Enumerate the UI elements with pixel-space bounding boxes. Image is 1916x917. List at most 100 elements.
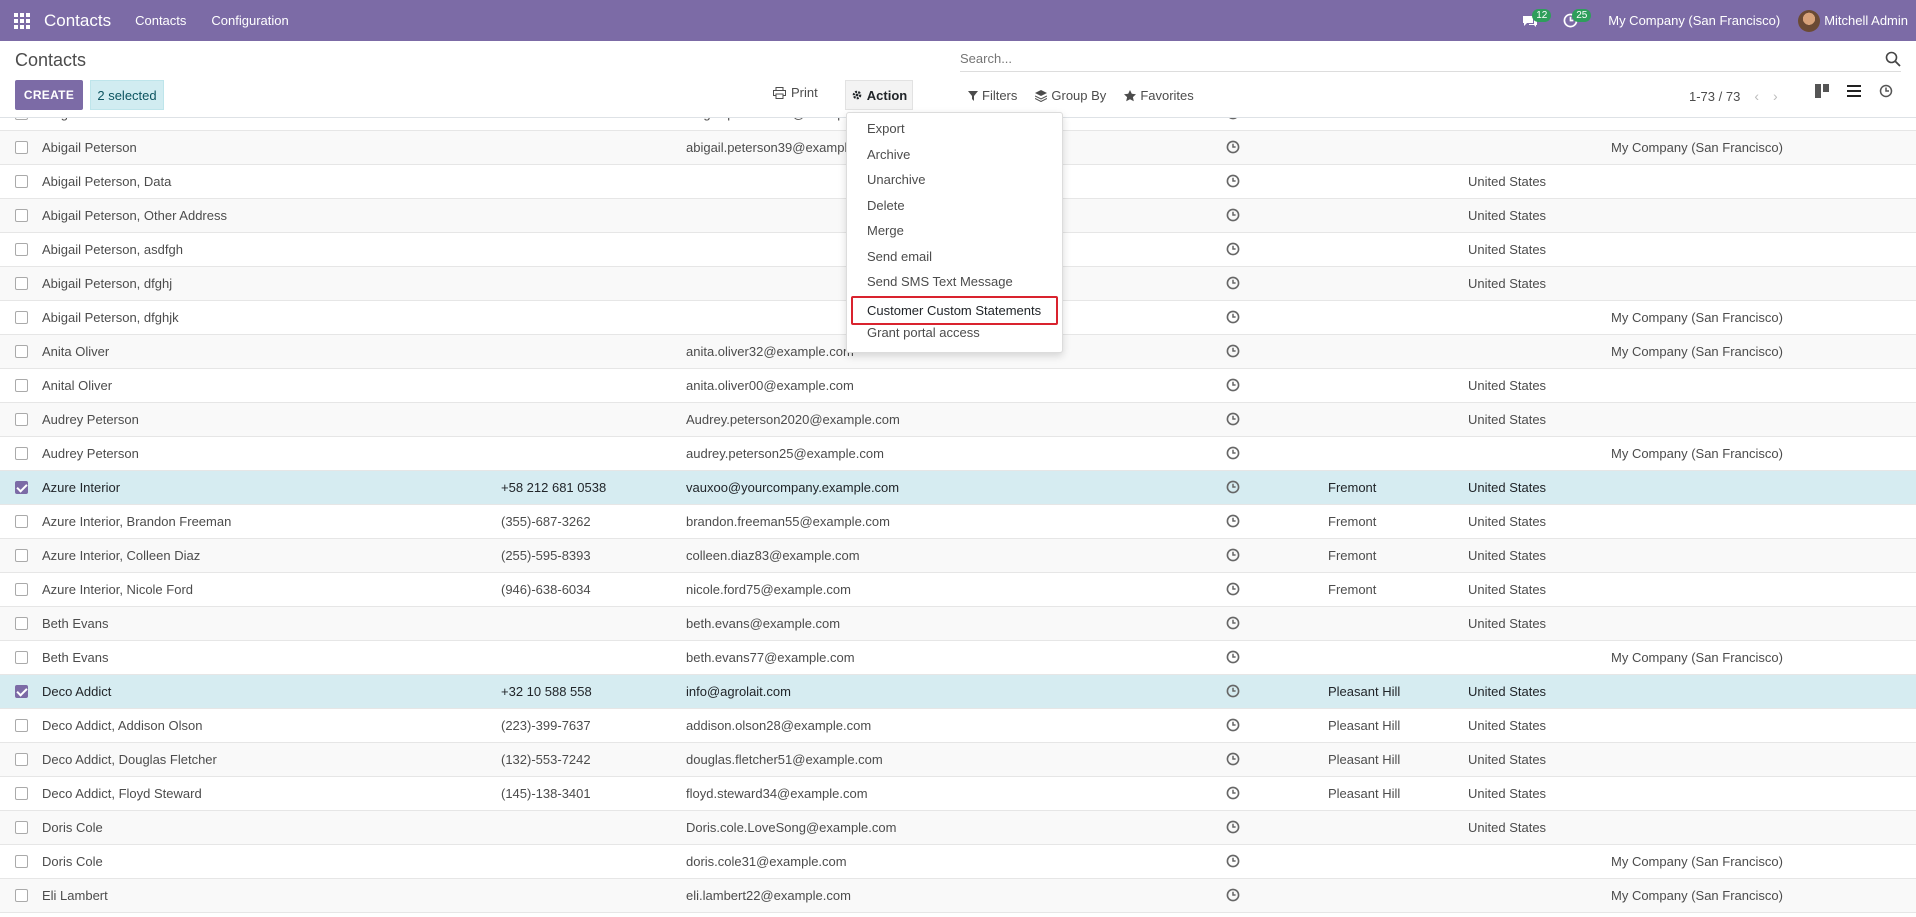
row-checkbox[interactable]: [15, 447, 28, 460]
table-row[interactable]: Deco Addict, Floyd Steward (145)-138-3401…: [0, 777, 1916, 811]
contact-country: United States: [1468, 174, 1547, 189]
row-checkbox[interactable]: [15, 651, 28, 664]
action-menu-item[interactable]: Send email: [867, 249, 932, 264]
action-menu-item[interactable]: Unarchive: [867, 172, 926, 187]
row-checkbox[interactable]: [15, 549, 28, 562]
apps-menu-icon[interactable]: [0, 0, 44, 41]
row-checkbox[interactable]: [15, 685, 28, 698]
contact-email: beth.evans77@example.com: [686, 650, 855, 665]
activity-clock-icon[interactable]: [1226, 514, 1240, 528]
pager-value[interactable]: 1-73 / 73: [1689, 89, 1740, 104]
table-row[interactable]: Eli Lambert eli.lambert22@example.com My C…: [0, 879, 1916, 913]
favorites-button[interactable]: Favorites: [1124, 88, 1194, 103]
action-menu-item[interactable]: Send SMS Text Message: [867, 274, 1013, 289]
row-checkbox[interactable]: [15, 277, 28, 290]
menu-contacts[interactable]: Contacts: [135, 13, 186, 28]
activity-clock-icon[interactable]: [1226, 480, 1240, 494]
row-checkbox[interactable]: [15, 515, 28, 528]
list-view-icon[interactable]: [1847, 84, 1861, 98]
row-checkbox[interactable]: [15, 617, 28, 630]
action-menu-item[interactable]: Delete: [867, 198, 905, 213]
table-row[interactable]: Deco Addict, Douglas Fletcher (132)-553-7…: [0, 743, 1916, 777]
row-checkbox[interactable]: [15, 175, 28, 188]
search-input[interactable]: [960, 51, 1885, 66]
app-name[interactable]: Contacts: [44, 11, 111, 31]
row-checkbox[interactable]: [15, 753, 28, 766]
pager-previous-icon[interactable]: ‹: [1754, 88, 1759, 104]
row-checkbox[interactable]: [15, 311, 28, 324]
activity-clock-icon[interactable]: [1226, 582, 1240, 596]
activities-button[interactable]: 25: [1550, 0, 1592, 41]
table-row[interactable]: Audrey Peterson Audrey.peterson2020@examp…: [0, 403, 1916, 437]
row-checkbox[interactable]: [15, 855, 28, 868]
action-menu-item[interactable]: Merge: [867, 223, 904, 238]
activity-clock-icon[interactable]: [1226, 616, 1240, 630]
table-row[interactable]: Azure Interior, Brandon Freeman (355)-687…: [0, 505, 1916, 539]
table-row[interactable]: Deco Addict, Addison Olson (223)-399-7637…: [0, 709, 1916, 743]
menu-configuration[interactable]: Configuration: [211, 13, 288, 28]
create-button[interactable]: CREATE: [15, 80, 83, 110]
table-row[interactable]: Doris Cole doris.cole31@example.com My Com…: [0, 845, 1916, 879]
contact-name: Beth Evans: [42, 616, 109, 631]
row-checkbox[interactable]: [15, 413, 28, 426]
activity-view-icon[interactable]: [1879, 84, 1893, 98]
table-row[interactable]: Azure Interior, Nicole Ford (946)-638-603…: [0, 573, 1916, 607]
company-switcher[interactable]: My Company (San Francisco): [1608, 13, 1780, 28]
row-checkbox[interactable]: [15, 379, 28, 392]
row-checkbox[interactable]: [15, 209, 28, 222]
action-menu-item[interactable]: Export: [867, 121, 905, 136]
activity-clock-icon[interactable]: [1226, 752, 1240, 766]
activity-clock-icon[interactable]: [1226, 854, 1240, 868]
activity-clock-icon[interactable]: [1226, 140, 1240, 154]
activity-clock-icon[interactable]: [1226, 446, 1240, 460]
table-row[interactable]: Anital Oliver anita.oliver00@example.com U…: [0, 369, 1916, 403]
table-row[interactable]: Deco Addict +32 10 588 558 info@agrolait.c…: [0, 675, 1916, 709]
activity-clock-icon[interactable]: [1226, 412, 1240, 426]
activity-clock-icon[interactable]: [1226, 820, 1240, 834]
search-bar: [960, 46, 1901, 72]
activity-clock-icon[interactable]: [1226, 888, 1240, 902]
table-row[interactable]: Beth Evans beth.evans@example.com United S…: [0, 607, 1916, 641]
table-row[interactable]: Azure Interior +58 212 681 0538 vauxoo@you…: [0, 471, 1916, 505]
row-checkbox[interactable]: [15, 889, 28, 902]
table-row[interactable]: Audrey Peterson audrey.peterson25@example…: [0, 437, 1916, 471]
filters-button[interactable]: Filters: [968, 88, 1017, 103]
kanban-view-icon[interactable]: [1815, 84, 1829, 98]
activity-clock-icon[interactable]: [1226, 718, 1240, 732]
activity-clock-icon[interactable]: [1226, 276, 1240, 290]
row-checkbox[interactable]: [15, 481, 28, 494]
table-row[interactable]: Azure Interior, Colleen Diaz (255)-595-83…: [0, 539, 1916, 573]
row-checkbox[interactable]: [15, 719, 28, 732]
row-checkbox[interactable]: [15, 243, 28, 256]
row-checkbox[interactable]: [15, 821, 28, 834]
activity-clock-icon[interactable]: [1226, 242, 1240, 256]
print-button[interactable]: Print: [773, 85, 818, 100]
pager-next-icon[interactable]: ›: [1773, 88, 1778, 104]
table-row[interactable]: Doris Cole Doris.cole.LoveSong@example.co…: [0, 811, 1916, 845]
row-checkbox[interactable]: [15, 118, 28, 120]
activity-clock-icon[interactable]: [1226, 117, 1240, 120]
activity-clock-icon[interactable]: [1226, 344, 1240, 358]
activity-clock-icon[interactable]: [1226, 378, 1240, 392]
activity-clock-icon[interactable]: [1226, 786, 1240, 800]
action-menu-item[interactable]: Grant portal access: [867, 325, 980, 340]
activity-clock-icon[interactable]: [1226, 548, 1240, 562]
activity-clock-icon[interactable]: [1226, 650, 1240, 664]
row-checkbox[interactable]: [15, 345, 28, 358]
action-button[interactable]: Action: [845, 80, 913, 110]
groupby-button[interactable]: Group By: [1035, 88, 1106, 103]
contact-name: Eli Lambert: [42, 888, 108, 903]
user-menu[interactable]: Mitchell Admin: [1798, 9, 1908, 32]
search-icon[interactable]: [1885, 51, 1901, 67]
messages-button[interactable]: 12: [1510, 0, 1552, 41]
row-checkbox[interactable]: [15, 141, 28, 154]
action-menu-item[interactable]: Archive: [867, 147, 910, 162]
action-menu-item[interactable]: Customer Custom Statements: [851, 296, 1058, 325]
table-row[interactable]: Beth Evans beth.evans77@example.com My Com…: [0, 641, 1916, 675]
row-checkbox[interactable]: [15, 583, 28, 596]
row-checkbox[interactable]: [15, 787, 28, 800]
activity-clock-icon[interactable]: [1226, 310, 1240, 324]
activity-clock-icon[interactable]: [1226, 174, 1240, 188]
activity-clock-icon[interactable]: [1226, 208, 1240, 222]
activity-clock-icon[interactable]: [1226, 684, 1240, 698]
